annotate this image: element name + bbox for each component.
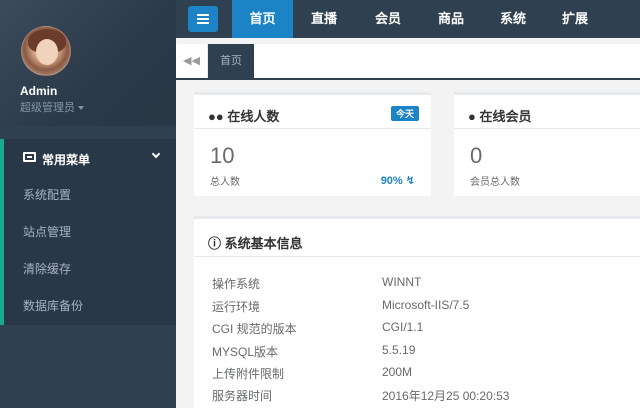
percent-value: 90%: [380, 175, 403, 187]
info-value: WINNT: [382, 275, 422, 289]
sidebar: Admin 超级管理员 常用菜单 系统配置 站点管理 清除缓存 数据库备份: [0, 0, 176, 408]
online-users-label: 总人数: [210, 177, 240, 188]
online-users-card: ●● 在线人数 今天 10 总人数 90% ↯: [194, 92, 431, 196]
card-header: ⓘ 系统基本信息: [194, 219, 640, 257]
info-key: CGI 规范的版本: [212, 322, 297, 336]
sidebar-item-system-config[interactable]: 系统配置: [4, 177, 176, 214]
profile-role-dropdown[interactable]: 超级管理员: [20, 99, 84, 115]
info-value: Microsoft-IIS/7.5: [382, 298, 470, 312]
hamburger-icon: [197, 18, 209, 20]
topnav-live[interactable]: 直播: [298, 0, 350, 38]
sidebar-item-clear-cache[interactable]: 清除缓存: [4, 251, 176, 288]
info-key: MYSQL版本: [212, 345, 279, 359]
topnav-member[interactable]: 会员: [362, 0, 414, 38]
info-row: 服务器时间 2016年12月25 00:20:53: [194, 387, 634, 408]
card-title-text: 在线人数: [227, 109, 280, 124]
info-row: CGI 规范的版本 CGI/1.1: [194, 320, 634, 342]
info-row: MYSQL版本 5.5.19: [194, 343, 634, 365]
topnav-home[interactable]: 首页: [232, 0, 293, 38]
users-icon: ●●: [208, 109, 228, 124]
hamburger-icon: [197, 22, 209, 24]
info-circle-icon: ⓘ: [208, 236, 225, 251]
info-key: 操作系统: [212, 277, 261, 291]
card-title: ●● 在线人数: [208, 106, 279, 125]
info-row: 操作系统 WINNT: [194, 275, 634, 297]
menu-toggle-button[interactable]: [188, 6, 218, 32]
info-value: 200M: [382, 365, 413, 379]
today-badge: 今天: [390, 106, 419, 121]
topnav-goods[interactable]: 商品: [425, 0, 477, 38]
card-title: ⓘ 系统基本信息: [208, 233, 303, 252]
profile-name: Admin: [20, 84, 58, 98]
card-title: ● 在线会员: [468, 106, 531, 125]
tab-home[interactable]: 首页: [208, 44, 254, 78]
tab-scroll-left-button[interactable]: ◀◀: [176, 44, 208, 78]
info-key: 服务器时间: [212, 389, 273, 403]
bolt-icon: ↯: [405, 175, 415, 187]
info-value: 5.5.19: [382, 343, 416, 357]
info-row: 上传附件限制 200M: [194, 365, 634, 387]
info-row: 运行环境 Microsoft-IIS/7.5: [194, 298, 634, 320]
card-header: ●● 在线人数 今天: [194, 95, 431, 129]
caret-down-icon: [78, 106, 84, 111]
online-members-label: 会员总人数: [470, 177, 520, 188]
sidebar-submenu: 系统配置 站点管理 清除缓存 数据库备份: [0, 177, 176, 325]
sidebar-item-database-backup[interactable]: 数据库备份: [4, 288, 176, 325]
info-value: CGI/1.1: [382, 320, 424, 334]
double-chevron-left-icon: ◀◀: [183, 55, 200, 67]
online-members-card: ● 在线会员 0 会员总人数: [454, 92, 640, 196]
chevron-down-icon: [151, 149, 161, 159]
sidebar-section-common-menu[interactable]: 常用菜单: [0, 139, 176, 177]
tab-bar: ◀◀ 首页: [176, 44, 640, 80]
profile-panel: Admin 超级管理员: [0, 0, 176, 126]
system-info-card: ⓘ 系统基本信息 操作系统 WINNT 运行环境 Microsoft-IIS/7…: [194, 216, 640, 408]
sidebar-section-label: 常用菜单: [42, 153, 91, 167]
avatar[interactable]: [21, 26, 71, 76]
topnav-extend[interactable]: 扩展: [549, 0, 601, 38]
info-value: 2016年12月25 00:20:53: [382, 389, 510, 403]
main-content: ●● 在线人数 今天 10 总人数 90% ↯ ● 在线会员 0 会员总人数 ⓘ…: [176, 80, 640, 408]
sidebar-item-site-management[interactable]: 站点管理: [4, 214, 176, 251]
hamburger-icon: [197, 14, 209, 16]
top-navbar: 首页 直播 会员 商品 系统 扩展: [176, 0, 640, 38]
card-header: ● 在线会员: [454, 95, 640, 129]
topnav-system[interactable]: 系统: [487, 0, 539, 38]
info-key: 上传附件限制: [212, 367, 285, 381]
user-icon: ●: [468, 109, 480, 124]
online-members-value: 0: [470, 143, 483, 168]
card-title-text: 在线会员: [479, 109, 532, 124]
card-title-text: 系统基本信息: [224, 236, 303, 251]
desktop-icon: [23, 152, 36, 162]
online-users-value: 10: [210, 143, 235, 168]
profile-role-label: 超级管理员: [20, 102, 75, 114]
sidebar-nav: 常用菜单 系统配置 站点管理 清除缓存 数据库备份: [0, 139, 176, 325]
online-users-percent: 90% ↯: [381, 174, 415, 187]
info-key: 运行环境: [212, 300, 261, 314]
